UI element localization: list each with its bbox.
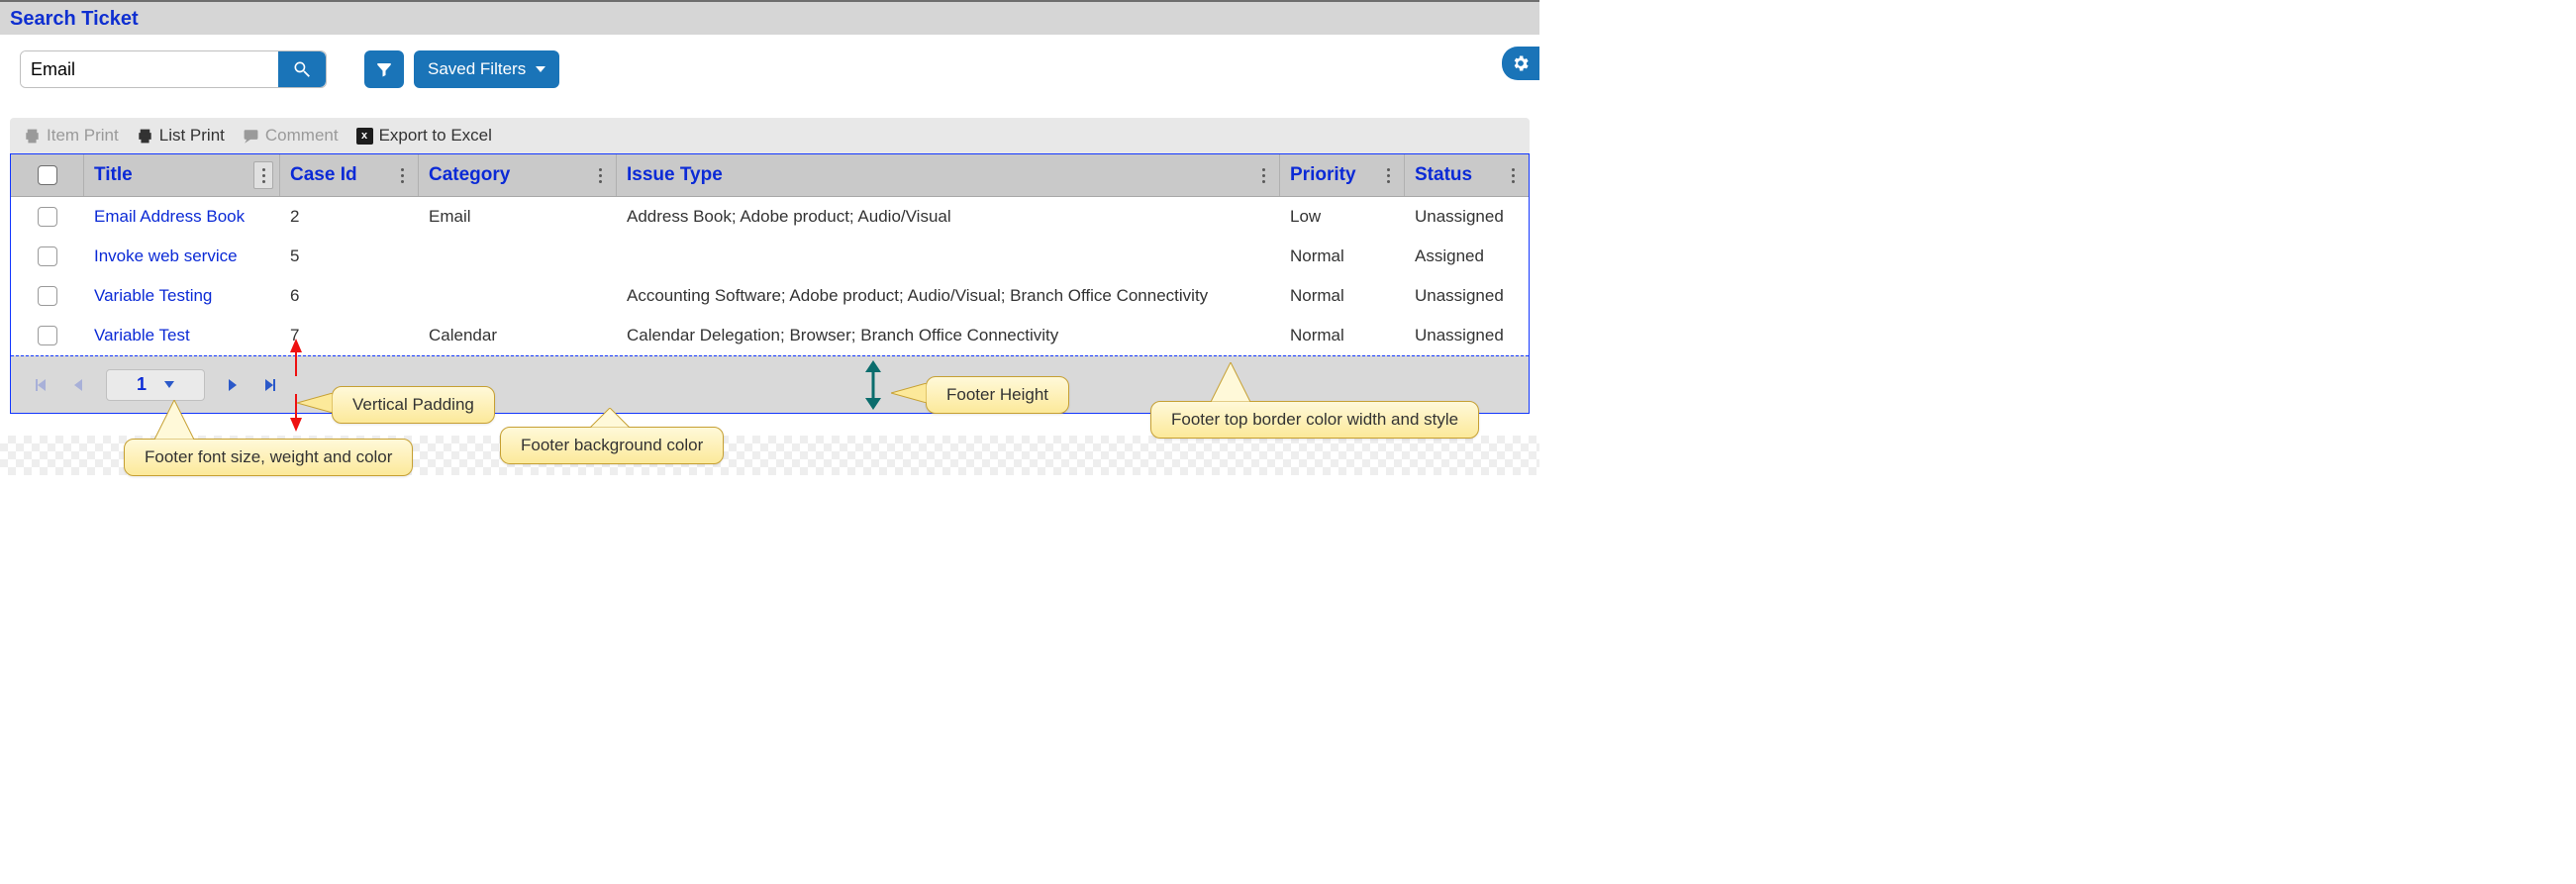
table-row: Variable Test7CalendarCalendar Delegatio… [11,316,1529,355]
row-category: Email [419,197,617,237]
print-icon [137,128,153,145]
callout-footer-border: Footer top border color width and style [1150,401,1479,439]
settings-button[interactable] [1502,47,1539,80]
callout-tail [891,383,927,403]
row-checkbox[interactable] [38,246,57,266]
excel-icon: x [356,128,373,145]
column-menu-case-id[interactable] [392,161,412,189]
column-menu-issue-type[interactable] [1253,161,1273,189]
row-priority: Normal [1280,276,1405,316]
kebab-icon [401,168,404,183]
height-arrow [861,360,885,410]
row-category: Calendar [419,316,617,355]
select-all-header[interactable] [11,154,84,196]
saved-filters-label: Saved Filters [428,59,526,79]
column-menu-category[interactable] [590,161,610,189]
row-checkbox[interactable] [38,207,57,227]
search-icon [292,59,312,79]
pager-last-button[interactable] [260,375,280,395]
search-box [20,50,327,88]
row-category [419,246,617,266]
item-print-button[interactable]: Item Print [24,126,119,146]
callout-tail [154,400,194,440]
callout-vertical-padding: Vertical Padding [332,386,495,424]
print-icon [24,128,41,145]
kebab-icon [262,168,265,183]
table-row: Variable Testing6 Accounting Software; Ad… [11,276,1529,316]
panel-header: Search Ticket [0,0,1539,35]
kebab-icon [599,168,602,183]
row-status: Assigned [1405,237,1529,276]
pager-current-page: 1 [137,374,147,395]
row-priority: Normal [1280,237,1405,276]
row-checkbox[interactable] [38,326,57,345]
comment-icon [243,128,259,145]
funnel-icon [375,60,393,78]
row-case-id: 2 [280,197,419,237]
column-menu-priority[interactable] [1378,161,1398,189]
pager-next-button[interactable] [223,375,243,395]
column-menu-title[interactable] [253,161,273,189]
row-checkbox[interactable] [38,286,57,306]
callout-tail [1211,362,1250,402]
saved-filters-button[interactable]: Saved Filters [414,50,559,88]
callout-footer-bg: Footer background color [500,427,724,464]
controls-row: Saved Filters [0,35,1539,118]
checkbox-icon [38,165,57,185]
row-case-id: 6 [280,276,419,316]
kebab-icon [1262,168,1265,183]
row-title-link[interactable]: Invoke web service [84,237,280,276]
column-header-issue-type[interactable]: Issue Type [617,154,1280,196]
row-status: Unassigned [1405,197,1529,237]
column-header-title[interactable]: Title [84,154,280,196]
grid-header-row: Title Case Id Category Issue Type Priori… [11,154,1529,197]
column-header-priority[interactable]: Priority [1280,154,1405,196]
last-page-icon [265,379,275,391]
callout-footer-font: Footer font size, weight and color [124,439,413,476]
callout-footer-height: Footer Height [926,376,1069,414]
chevron-down-icon [536,66,545,72]
row-issue-type: Calendar Delegation; Browser; Branch Off… [617,316,1280,355]
grid-toolbar: Item Print List Print Comment x Export t… [10,118,1530,153]
column-header-case-id[interactable]: Case Id [280,154,419,196]
results-grid: Title Case Id Category Issue Type Priori… [10,153,1530,414]
column-menu-status[interactable] [1503,161,1523,189]
row-title-link[interactable]: Variable Test [84,316,280,355]
row-category [419,286,617,306]
column-header-status[interactable]: Status [1405,154,1529,196]
column-header-category[interactable]: Category [419,154,617,196]
gear-icon [1511,53,1531,73]
search-input[interactable] [21,51,278,87]
kebab-icon [1512,168,1515,183]
chevron-right-icon [229,379,237,391]
row-case-id: 7 [280,316,419,355]
callout-tail [590,408,630,428]
table-row: Invoke web service5 NormalAssigned [11,237,1529,276]
pager-page-select[interactable]: 1 [106,369,205,401]
export-excel-button[interactable]: x Export to Excel [356,126,492,146]
comment-button[interactable]: Comment [243,126,339,146]
filter-button[interactable] [364,50,404,88]
row-issue-type [617,246,1280,266]
chevron-down-icon [164,381,174,388]
list-print-button[interactable]: List Print [137,126,225,146]
kebab-icon [1387,168,1390,183]
row-issue-type: Address Book; Adobe product; Audio/Visua… [617,197,1280,237]
row-case-id: 5 [280,237,419,276]
row-title-link[interactable]: Email Address Book [84,197,280,237]
row-priority: Low [1280,197,1405,237]
pager-prev-button[interactable] [68,375,88,395]
table-row: Email Address Book2EmailAddress Book; Ad… [11,197,1529,237]
first-page-icon [36,379,46,391]
row-priority: Normal [1280,316,1405,355]
row-status: Unassigned [1405,276,1529,316]
row-status: Unassigned [1405,316,1529,355]
pager-first-button[interactable] [31,375,50,395]
callout-tail [297,393,333,413]
chevron-left-icon [74,379,82,391]
row-issue-type: Accounting Software; Adobe product; Audi… [617,276,1280,316]
row-title-link[interactable]: Variable Testing [84,276,280,316]
search-button[interactable] [278,51,326,87]
page-title: Search Ticket [10,8,139,30]
